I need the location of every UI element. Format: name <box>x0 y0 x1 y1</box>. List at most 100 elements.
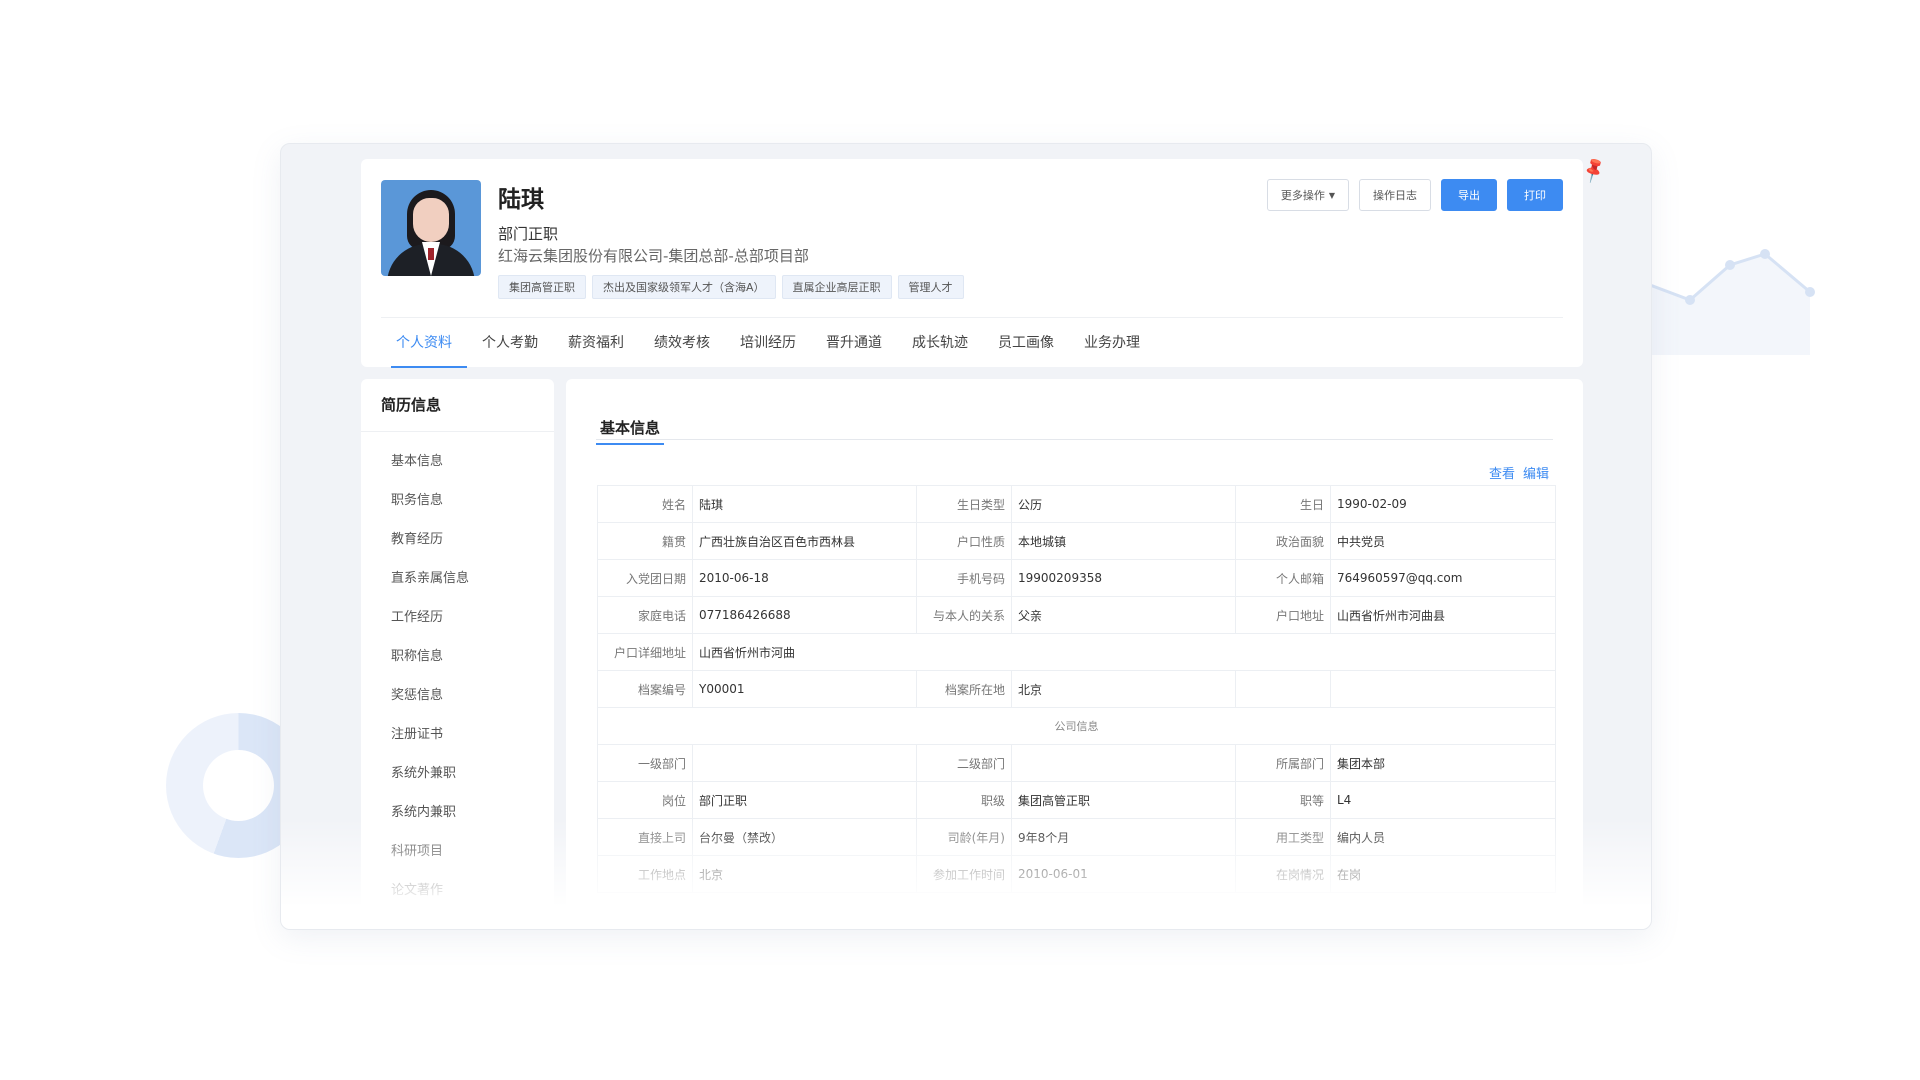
field-value: 北京 <box>1011 670 1236 708</box>
sidebar-list: 基本信息 职务信息 教育经历 直系亲属信息 工作经历 职称信息 奖惩信息 注册证… <box>361 432 554 910</box>
employee-position: 部门正职 <box>498 225 559 243</box>
field-value: 山西省忻州市河曲县 <box>1330 596 1556 634</box>
field-label: 直接上司 <box>597 818 693 856</box>
sidebar-item-education[interactable]: 教育经历 <box>361 520 554 559</box>
sidebar-item-family[interactable]: 直系亲属信息 <box>361 559 554 598</box>
field-value: 集团高管正职 <box>1011 781 1236 819</box>
tab-personal-info[interactable]: 个人资料 <box>381 318 467 368</box>
more-actions-button[interactable]: 更多操作 ▼ <box>1266 179 1349 211</box>
field-label: 档案编号 <box>597 670 693 708</box>
decorative-line-chart <box>1650 249 1815 355</box>
field-label: 与本人的关系 <box>916 596 1012 634</box>
field-value: 部门正职 <box>692 781 917 819</box>
field-value: 中共党员 <box>1330 522 1556 560</box>
table-row: 档案编号 Y00001 档案所在地 北京 <box>597 670 1556 708</box>
tab-growth[interactable]: 成长轨迹 <box>897 318 983 366</box>
field-value: 北京 <box>692 855 917 893</box>
field-label: 户口详细地址 <box>597 633 693 671</box>
sidebar-item-papers[interactable]: 论文著作 <box>361 871 554 910</box>
edit-link[interactable]: 编辑 <box>1523 463 1549 482</box>
table-row: 岗位 部门正职 职级 集团高管正职 职等 L4 <box>597 781 1556 819</box>
field-label: 档案所在地 <box>916 670 1012 708</box>
sidebar-item-research[interactable]: 科研项目 <box>361 832 554 871</box>
profile-tabs: 个人资料 个人考勤 薪资福利 绩效考核 培训经历 晋升通道 成长轨迹 员工画像 … <box>381 317 1563 368</box>
field-value: 陆琪 <box>692 485 917 523</box>
tab-business[interactable]: 业务办理 <box>1069 318 1155 366</box>
sidebar-title: 简历信息 <box>361 379 554 432</box>
export-button[interactable]: 导出 <box>1441 179 1497 211</box>
sidebar-item-job-info[interactable]: 职务信息 <box>361 481 554 520</box>
field-value: 764960597@qq.com <box>1330 559 1556 597</box>
field-label: 家庭电话 <box>597 596 693 634</box>
basic-info-table: 姓名 陆琪 生日类型 公历 生日 1990-02-09 籍贯 广西壮族自治区百色市西林县 户口性… <box>597 485 1556 893</box>
field-value: 集团本部 <box>1330 744 1556 782</box>
field-label: 生日类型 <box>916 485 1012 523</box>
pin-icon[interactable]: 📌 <box>1579 156 1609 185</box>
sidebar-item-basic-info[interactable]: 基本信息 <box>361 442 554 481</box>
sidebar-item-certificates[interactable]: 注册证书 <box>361 715 554 754</box>
table-row: 籍贯 广西壮族自治区百色市西林县 户口性质 本地城镇 政治面貌 中共党员 <box>597 522 1556 560</box>
field-value: 在岗 <box>1330 855 1556 893</box>
tab-promotion[interactable]: 晋升通道 <box>811 318 897 366</box>
tag-list: 集团高管正职 杰出及国家级领军人才（含海A） 直属企业高层正职 管理人才 <box>498 275 964 299</box>
tag: 集团高管正职 <box>498 275 586 299</box>
section-header: 基本信息 <box>595 409 1553 445</box>
sidebar-item-title-info[interactable]: 职称信息 <box>361 637 554 676</box>
field-label: 在岗情况 <box>1235 855 1331 893</box>
field-label: 姓名 <box>597 485 693 523</box>
field-label: 司龄(年月) <box>916 818 1012 856</box>
field-label: 个人邮箱 <box>1235 559 1331 597</box>
field-value <box>1011 744 1236 782</box>
tab-salary[interactable]: 薪资福利 <box>553 318 639 366</box>
field-value: 台尔曼（禁改） <box>692 818 917 856</box>
field-value: 19900209358 <box>1011 559 1236 597</box>
sidebar-item-work-history[interactable]: 工作经历 <box>361 598 554 637</box>
table-row: 户口详细地址 山西省忻州市河曲 <box>597 633 1556 671</box>
tab-portrait[interactable]: 员工画像 <box>983 318 1069 366</box>
tab-training[interactable]: 培训经历 <box>725 318 811 366</box>
tab-attendance[interactable]: 个人考勤 <box>467 318 553 366</box>
field-label: 籍贯 <box>597 522 693 560</box>
view-link[interactable]: 查看 <box>1489 463 1515 482</box>
field-value: 2010-06-18 <box>692 559 917 597</box>
field-value: 父亲 <box>1011 596 1236 634</box>
field-label: 入党团日期 <box>597 559 693 597</box>
app-window: 陆琪 部门正职 红海云集团股份有限公司-集团总部-总部项目部 集团高管正职 杰出… <box>280 143 1652 930</box>
avatar <box>381 180 481 276</box>
table-row: 公司信息 <box>597 707 1556 745</box>
field-value: L4 <box>1330 781 1556 819</box>
employee-name: 陆琪 <box>498 187 544 213</box>
company-info-divider: 公司信息 <box>597 707 1556 745</box>
print-button[interactable]: 打印 <box>1507 179 1563 211</box>
field-value: 9年8个月 <box>1011 818 1236 856</box>
field-label: 工作地点 <box>597 855 693 893</box>
field-value <box>692 744 917 782</box>
resume-sidebar: 简历信息 基本信息 职务信息 教育经历 直系亲属信息 工作经历 职称信息 奖惩信… <box>361 379 554 929</box>
table-row: 一级部门 二级部门 所属部门 集团本部 <box>597 744 1556 782</box>
chevron-down-icon: ▼ <box>1328 190 1335 200</box>
field-value: 1990-02-09 <box>1330 485 1556 523</box>
table-row: 直接上司 台尔曼（禁改） 司龄(年月) 9年8个月 用工类型 编内人员 <box>597 818 1556 856</box>
field-label: 户口性质 <box>916 522 1012 560</box>
field-value: 077186426688 <box>692 596 917 634</box>
sidebar-item-external-parttime[interactable]: 系统外兼职 <box>361 754 554 793</box>
tab-performance[interactable]: 绩效考核 <box>639 318 725 366</box>
field-label <box>1235 670 1331 708</box>
field-value: 广西壮族自治区百色市西林县 <box>692 522 917 560</box>
profile-header: 陆琪 部门正职 红海云集团股份有限公司-集团总部-总部项目部 集团高管正职 杰出… <box>361 159 1583 368</box>
field-value: 编内人员 <box>1330 818 1556 856</box>
action-bar: 更多操作 ▼ 操作日志 导出 打印 <box>1266 179 1563 211</box>
table-row: 家庭电话 077186426688 与本人的关系 父亲 户口地址 山西省忻州市河曲县 <box>597 596 1556 634</box>
field-label: 一级部门 <box>597 744 693 782</box>
table-row: 入党团日期 2010-06-18 手机号码 19900209358 个人邮箱 764960… <box>597 559 1556 597</box>
operation-log-button[interactable]: 操作日志 <box>1359 179 1431 211</box>
sidebar-item-internal-parttime[interactable]: 系统内兼职 <box>361 793 554 832</box>
field-label: 职等 <box>1235 781 1331 819</box>
field-value: 2010-06-01 <box>1011 855 1236 893</box>
basic-info-panel: 基本信息 查看 编辑 姓名 陆琪 生日类型 公历 生日 1990-02-09 籍贯 广西壮族自… <box>566 379 1583 929</box>
tag: 杰出及国家级领军人才（含海A） <box>592 275 776 299</box>
field-label: 手机号码 <box>916 559 1012 597</box>
sidebar-item-rewards[interactable]: 奖惩信息 <box>361 676 554 715</box>
employee-organization: 红海云集团股份有限公司-集团总部-总部项目部 <box>498 247 809 265</box>
table-row: 工作地点 北京 参加工作时间 2010-06-01 在岗情况 在岗 <box>597 855 1556 893</box>
